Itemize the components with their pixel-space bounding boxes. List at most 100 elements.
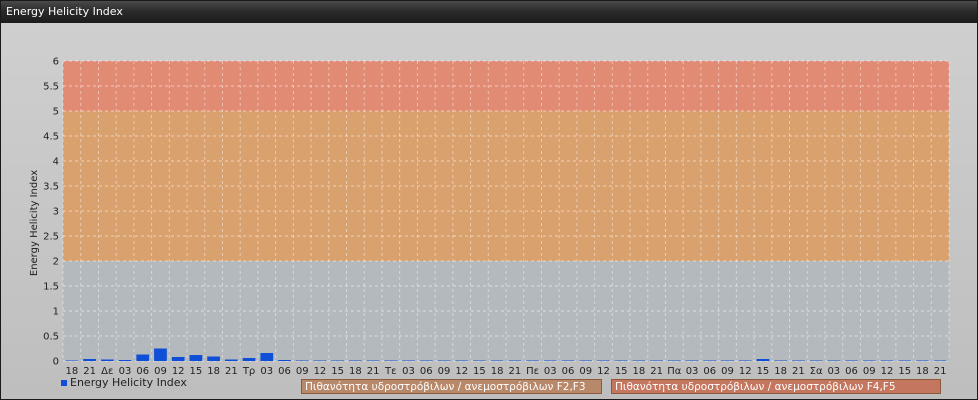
y-tick-label-1: 0.5 (43, 332, 59, 343)
y-tick-label-11: 5.5 (43, 82, 59, 93)
legend-risk-f2-f3: Πιθανότητα υδροστρόβιλων / ανεμοστρόβιλω… (301, 379, 602, 394)
x-tick-label-12: 06 (278, 366, 291, 377)
bar-33 (650, 360, 663, 361)
x-tick-label-38: 12 (739, 366, 752, 377)
bar-24 (490, 360, 504, 361)
x-tick-label-24: 18 (491, 366, 504, 377)
legend-series-swatch (61, 380, 67, 386)
x-tick-label-13: 09 (296, 366, 309, 377)
x-tick-label-26: Πε (526, 366, 539, 377)
x-tick-label-37: 09 (721, 366, 734, 377)
x-tick-label-46: 12 (881, 366, 894, 377)
x-tick-label-23: 15 (473, 366, 486, 377)
bar-8 (207, 356, 220, 361)
x-tick-label-14: 12 (314, 366, 327, 377)
chart-panel: 0 0.5 1 1.5 2 2.5 3 3.5 4 4.5 5 5.5 6 18 21 Δε 03 06 09 12… (1, 23, 977, 399)
x-tick-label-29: 09 (579, 366, 592, 377)
y-tick-label-3: 1.5 (43, 282, 59, 293)
bar-43 (827, 360, 841, 361)
x-tick-label-35: 03 (686, 366, 699, 377)
x-tick-label-42: Σα (810, 366, 823, 377)
x-tick-label-25: 21 (508, 366, 521, 377)
legend-series-label: Energy Helicity Index (70, 376, 187, 389)
x-tick-label-45: 09 (863, 366, 876, 377)
bar-35 (685, 360, 699, 361)
x-tick-label-30: 12 (597, 366, 610, 377)
bar-14 (313, 360, 327, 361)
x-tick-label-34: Πα (667, 366, 682, 377)
x-tick-label-48: 18 (916, 366, 929, 377)
bar-32 (632, 360, 646, 361)
y-tick-label-8: 4 (53, 157, 59, 168)
bar-39 (756, 359, 770, 361)
bar-23 (473, 360, 486, 361)
bar-4 (136, 354, 150, 361)
x-tick-label-11: 03 (260, 366, 273, 377)
bar-0 (65, 360, 79, 361)
bar-37 (721, 360, 734, 361)
bar-3 (118, 360, 132, 361)
bar-9 (224, 359, 238, 361)
bar-31 (614, 360, 628, 361)
bar-11 (260, 353, 274, 361)
x-tick-label-21: 09 (438, 366, 451, 377)
legend-risk-f4-f5: Πιθανότητα υδροστρόβιλων / ανεμοστρόβιλω… (611, 379, 941, 394)
bar-10 (242, 358, 256, 361)
x-tick-label-31: 15 (615, 366, 628, 377)
bar-42 (809, 360, 823, 361)
bar-17 (366, 360, 380, 361)
x-tick-label-19: 03 (402, 366, 415, 377)
bar-16 (349, 360, 362, 361)
x-tick-label-8: 18 (207, 366, 220, 377)
x-tick-label-15: 15 (331, 366, 344, 377)
x-tick-label-43: 03 (827, 366, 840, 377)
bar-18 (384, 360, 398, 361)
x-tick-label-28: 06 (562, 366, 575, 377)
x-tick-label-10: Τρ (242, 366, 255, 377)
bar-26 (526, 360, 539, 361)
bar-2 (100, 359, 114, 361)
y-tick-label-5: 2.5 (43, 232, 59, 243)
x-tick-label-44: 06 (845, 366, 858, 377)
y-tick-label-9: 4.5 (43, 132, 59, 143)
x-tick-label-33: 21 (650, 366, 663, 377)
x-tick-label-22: 12 (455, 366, 468, 377)
bar-48 (916, 360, 929, 361)
y-tick-label-7: 3.5 (43, 182, 59, 193)
y-tick-label-2: 1 (53, 307, 59, 318)
x-tick-label-27: 03 (544, 366, 557, 377)
y-tick-label-10: 5 (53, 107, 59, 118)
x-tick-label-18: Τε (384, 366, 397, 377)
x-tick-label-40: 18 (774, 366, 787, 377)
bar-34 (667, 360, 681, 361)
y-tick-label-6: 3 (53, 207, 59, 218)
x-tick-label-9: 21 (225, 366, 238, 377)
bar-6 (171, 357, 185, 361)
bar-28 (561, 360, 575, 361)
x-tick-label-7: 15 (190, 366, 203, 377)
bar-36 (703, 360, 717, 361)
bar-29 (579, 360, 593, 361)
x-tick-label-47: 15 (898, 366, 911, 377)
bar-15 (331, 360, 345, 361)
bar-12 (278, 360, 291, 361)
bar-46 (880, 360, 894, 361)
bar-20 (419, 360, 433, 361)
x-tick-label-39: 15 (757, 366, 770, 377)
y-tick-labels: 0 0.5 1 1.5 2 2.5 3 3.5 4 4.5 5 5.5 6 (43, 57, 59, 368)
x-tick-label-36: 06 (703, 366, 716, 377)
bar-41 (792, 360, 805, 361)
bar-21 (437, 360, 451, 361)
bar-40 (774, 360, 788, 361)
bar-44 (845, 360, 858, 361)
bar-22 (455, 360, 469, 361)
bar-47 (898, 360, 912, 361)
x-tick-label-20: 06 (420, 366, 433, 377)
x-tick-label-49: 21 (934, 366, 947, 377)
bar-49 (933, 360, 947, 361)
x-tick-labels: 18 21 Δε 03 06 09 12 15 18 21 Τρ 03 06 09 12 15 18 21 Τε 03… (65, 366, 946, 377)
bar-27 (543, 360, 557, 361)
y-tick-label-12: 6 (53, 57, 59, 68)
helicity-chart: 00.511.522.533.544.555.56 18 21 Δε 03 06 09 12… (29, 57, 950, 377)
bar-25 (508, 360, 522, 361)
